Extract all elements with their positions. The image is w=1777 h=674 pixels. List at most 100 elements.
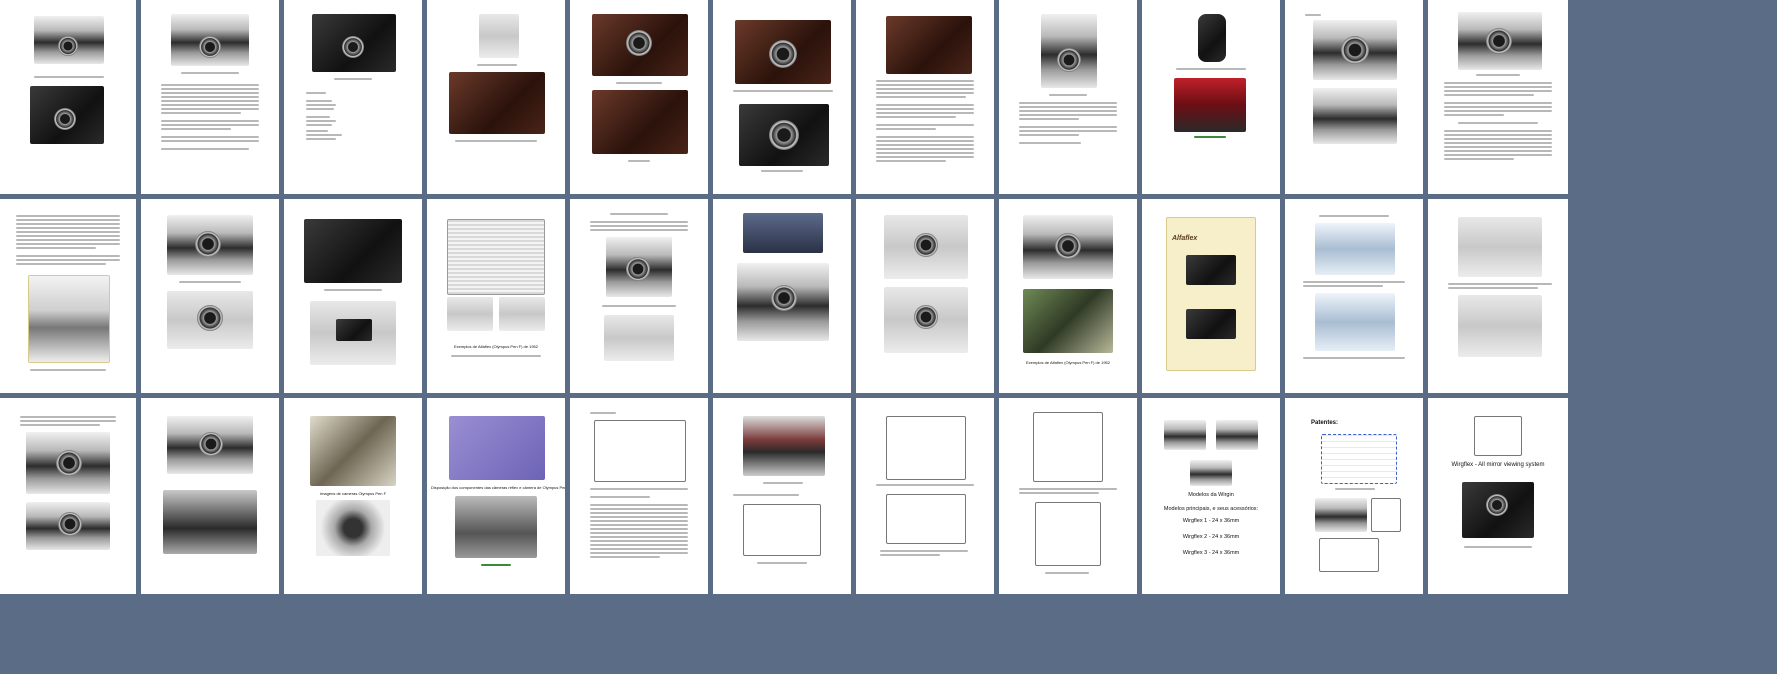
page-caption: Exemplos de Alfaflex (Olympus Pen F) de … [1025, 360, 1111, 365]
text-line [880, 550, 968, 552]
camera-photo [449, 72, 545, 134]
text-line [334, 78, 372, 80]
patent-drawing [594, 420, 686, 482]
page-thumbnail-7[interactable] [856, 0, 994, 194]
text-line [610, 213, 668, 215]
text-line [455, 140, 537, 142]
text-line [876, 148, 974, 150]
text-line [20, 420, 116, 422]
text-line [1019, 142, 1081, 144]
page-thumbnail-3[interactable] [284, 0, 422, 194]
text-line [880, 554, 940, 556]
page-thumbnail-11[interactable] [1428, 0, 1568, 194]
text-line [1194, 136, 1226, 138]
patent-drawing [743, 504, 821, 556]
lens-detail [769, 40, 797, 68]
text-line [16, 227, 120, 229]
text-line [1458, 122, 1538, 124]
page-thumbnail-5[interactable] [570, 0, 708, 194]
text-line [1319, 215, 1389, 217]
page-thumbnail-grid: Exemplos de Alfaflex (Olympus Pen F) de … [0, 0, 1777, 674]
lens-detail [199, 36, 221, 58]
text-line [876, 80, 974, 82]
page-thumbnail-32[interactable]: Patentes: [1285, 398, 1423, 594]
text-line [1045, 572, 1089, 574]
page-thumbnail-26[interactable]: Disposição dos componentes das câmeras r… [427, 398, 565, 594]
page-thumbnail-30[interactable] [999, 398, 1137, 594]
page-thumbnail-10[interactable] [1285, 0, 1423, 194]
camera-photo [592, 90, 688, 154]
text-line [761, 170, 803, 172]
camera-photo [447, 297, 493, 331]
text-line [1303, 281, 1405, 283]
text-line [590, 512, 688, 514]
page-thumbnail-1[interactable] [0, 0, 136, 194]
page-thumbnail-20[interactable]: Alfaflex [1142, 199, 1280, 393]
page-thumbnail-29[interactable] [856, 398, 994, 594]
text-line [306, 100, 332, 102]
page-thumbnail-16[interactable] [570, 199, 708, 393]
page-thumbnail-27[interactable] [570, 398, 708, 594]
page-thumbnail-18[interactable] [856, 199, 994, 393]
mechanism-photo [310, 416, 396, 486]
text-line [16, 259, 120, 261]
patent-drawing [886, 494, 966, 544]
page-thumbnail-12[interactable] [0, 199, 136, 393]
page-caption: Wirgflex 1 - 24 x 36mm [1182, 518, 1240, 524]
page-thumbnail-33[interactable]: Wirgflex - All mirror viewing system [1428, 398, 1568, 594]
text-line [876, 116, 956, 118]
page-thumbnail-15[interactable]: Exemplos de Alfaflex (Olympus Pen F) de … [427, 199, 565, 393]
text-line [306, 124, 332, 126]
text-line [876, 84, 974, 86]
text-line [161, 148, 249, 150]
page-caption: Exemplos de Alfaflex (Olympus Pen F) de … [453, 344, 539, 349]
page-thumbnail-23[interactable] [0, 398, 136, 594]
text-line [876, 144, 974, 146]
page-caption: Modelos da Wirgin [1188, 492, 1234, 498]
page-thumbnail-8[interactable] [999, 0, 1137, 194]
text-line [590, 504, 688, 506]
page-thumbnail-14[interactable] [284, 199, 422, 393]
page-thumbnail-22[interactable] [1428, 199, 1568, 393]
page-thumbnail-28[interactable] [713, 398, 851, 594]
text-line [876, 140, 974, 142]
page-thumbnail-2[interactable] [141, 0, 279, 194]
text-line [1444, 142, 1552, 144]
page-thumbnail-6[interactable] [713, 0, 851, 194]
page-thumbnail-9[interactable] [1142, 0, 1280, 194]
text-line [161, 124, 259, 126]
page-thumbnail-25[interactable]: Imagens de cameras Olympus Pen F [284, 398, 422, 594]
text-line [16, 255, 120, 257]
text-line [1444, 90, 1552, 92]
lens-detail [195, 231, 221, 257]
text-line [876, 104, 974, 106]
text-line [181, 72, 239, 74]
page-thumbnail-19[interactable]: Exemplos de Alfaflex (Olympus Pen F) de … [999, 199, 1137, 393]
text-line [16, 243, 120, 245]
text-line [590, 532, 688, 534]
camera-photo [499, 297, 545, 331]
camera-photo [743, 213, 823, 253]
camera-lens [58, 36, 78, 56]
camera-photo [1164, 420, 1206, 450]
mirror-diagram [1458, 295, 1542, 357]
text-line [1303, 285, 1383, 287]
text-line [16, 239, 120, 241]
text-line [1019, 110, 1117, 112]
page-thumbnail-4[interactable] [427, 0, 565, 194]
text-line [876, 88, 974, 90]
lens-detail [769, 120, 799, 150]
lens-detail [914, 305, 938, 329]
page-thumbnail-21[interactable] [1285, 199, 1423, 393]
text-line [590, 524, 688, 526]
text-line [590, 520, 688, 522]
page-thumbnail-13[interactable] [141, 199, 279, 393]
patent-drawing [1319, 538, 1379, 572]
text-line [590, 508, 688, 510]
page-thumbnail-24[interactable] [141, 398, 279, 594]
page-thumbnail-17[interactable] [713, 199, 851, 393]
text-line [20, 416, 116, 418]
camera-body-photo [304, 219, 402, 283]
text-line [16, 231, 120, 233]
page-thumbnail-31[interactable]: Modelos da Wirgin Modelos principais, e … [1142, 398, 1280, 594]
